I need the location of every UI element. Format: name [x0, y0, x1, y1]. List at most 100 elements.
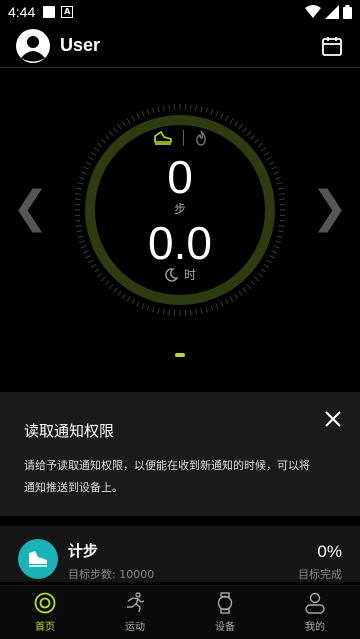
dial-tick	[195, 105, 198, 112]
close-button[interactable]	[322, 408, 344, 430]
status-bar: 4:44 A	[0, 0, 360, 24]
step-goal-label: 目标步数:	[68, 568, 116, 581]
calendar-button[interactable]	[320, 34, 344, 58]
hours-unit-row: 时	[0, 266, 360, 283]
step-goal-value: 10000	[119, 568, 155, 581]
tab-home[interactable]: 首页	[0, 586, 90, 639]
signal-icon	[325, 5, 339, 19]
mode-divider	[182, 130, 184, 146]
dial-tick	[168, 104, 171, 111]
dial-tick	[220, 112, 224, 119]
dial-tick	[141, 110, 145, 117]
user-title[interactable]: User	[60, 35, 100, 56]
a-box-icon: A	[61, 6, 74, 18]
walking-shoe-icon[interactable]	[153, 130, 173, 146]
tab-profile[interactable]: 我的	[270, 586, 360, 639]
dial-tick	[189, 104, 192, 111]
dial-tick	[126, 117, 131, 124]
close-icon	[325, 411, 341, 427]
mode-switch	[0, 130, 360, 146]
app-header: User	[0, 24, 360, 68]
profile-icon	[305, 592, 325, 614]
dial-tick	[93, 147, 100, 152]
dial-tick	[224, 115, 229, 122]
dial-tick	[131, 298, 136, 305]
step-count-card[interactable]: 计步 目标步数: 10000 0% 目标完成	[0, 526, 360, 582]
tab-sport-label: 运动	[125, 622, 145, 633]
dial-tick	[121, 293, 126, 300]
dial-tick	[162, 308, 165, 315]
shoe-icon	[29, 551, 47, 567]
steps-unit: 步	[173, 202, 186, 216]
dial-tick	[210, 304, 214, 311]
dial-tick	[200, 307, 203, 314]
dial-tick	[210, 109, 214, 116]
status-time: 4:44	[8, 4, 36, 20]
sleep-moon-icon	[165, 267, 178, 282]
running-icon	[127, 592, 145, 613]
step-done-label: 目标完成	[298, 568, 342, 581]
dial-tick	[162, 105, 165, 112]
dial-tick	[168, 309, 171, 316]
flame-icon[interactable]	[194, 130, 208, 146]
calendar-icon	[322, 36, 342, 56]
dial-tick	[220, 301, 224, 308]
dial-tick	[117, 123, 122, 130]
dial-tick	[152, 306, 155, 313]
notification-square-icon	[43, 6, 56, 18]
dial-tick	[215, 110, 219, 117]
dial-tick	[146, 304, 150, 311]
dial-tick	[238, 123, 243, 130]
bottom-tab-bar: 首页 运动 设备 我的	[0, 585, 360, 639]
hours-unit: 时	[183, 268, 196, 282]
dial-tick	[152, 107, 155, 114]
dial-tick	[189, 309, 192, 316]
dial-tick	[260, 147, 267, 152]
page-indicator-dot	[175, 353, 185, 357]
home-target-icon	[34, 592, 56, 614]
dial-tick	[126, 296, 131, 303]
dial-tick	[224, 298, 229, 305]
dial-tick	[242, 287, 248, 293]
dial-tick	[136, 112, 140, 119]
dial-tick	[234, 120, 239, 127]
battery-icon	[343, 5, 352, 19]
tab-sport[interactable]: 运动	[90, 586, 180, 639]
tab-home-label: 首页	[35, 622, 55, 633]
notice-body: 请给予读取通知权限，以便能在收到新通知的时候，可以将通知推送到设备上。	[24, 459, 310, 494]
dial-tick	[200, 106, 203, 113]
wifi-icon	[305, 5, 321, 18]
dial-tick	[195, 308, 198, 315]
avatar[interactable]	[16, 28, 50, 63]
dial-tick	[205, 107, 208, 114]
dial-tick	[246, 283, 252, 290]
dial-tick	[229, 117, 234, 124]
tab-profile-label: 我的	[305, 622, 325, 633]
dial-tick	[108, 283, 114, 290]
step-shoe-badge	[18, 539, 58, 579]
notification-permission-banner[interactable]: 读取通知权限 请给予读取通知权限，以便能在收到新通知的时候，可以将通知推送到设备…	[0, 392, 360, 516]
dial-tick	[146, 109, 150, 116]
hours-value: 0.0	[148, 217, 212, 269]
notice-title: 读取通知权限	[24, 422, 115, 440]
dial-tick	[234, 293, 239, 300]
tab-device-label: 设备	[215, 622, 235, 633]
watch-icon	[217, 592, 233, 614]
steps-value: 0	[167, 151, 193, 203]
dial-tick	[117, 290, 122, 297]
dial-tick	[157, 307, 160, 314]
step-percent: 0%	[317, 542, 342, 561]
dial-tick	[238, 290, 243, 297]
tab-device[interactable]: 设备	[180, 586, 270, 639]
step-card-title: 计步	[68, 542, 99, 560]
dial-tick	[112, 287, 118, 293]
dial-tick	[229, 296, 234, 303]
dial-tick	[141, 303, 145, 310]
step-goal: 目标步数: 10000	[68, 566, 154, 582]
dial-tick	[131, 115, 136, 122]
dial-tick	[205, 306, 208, 313]
dial-tick	[136, 301, 140, 308]
dial-tick	[121, 120, 126, 127]
avatar-icon	[17, 29, 49, 62]
dial-tick	[157, 106, 160, 113]
